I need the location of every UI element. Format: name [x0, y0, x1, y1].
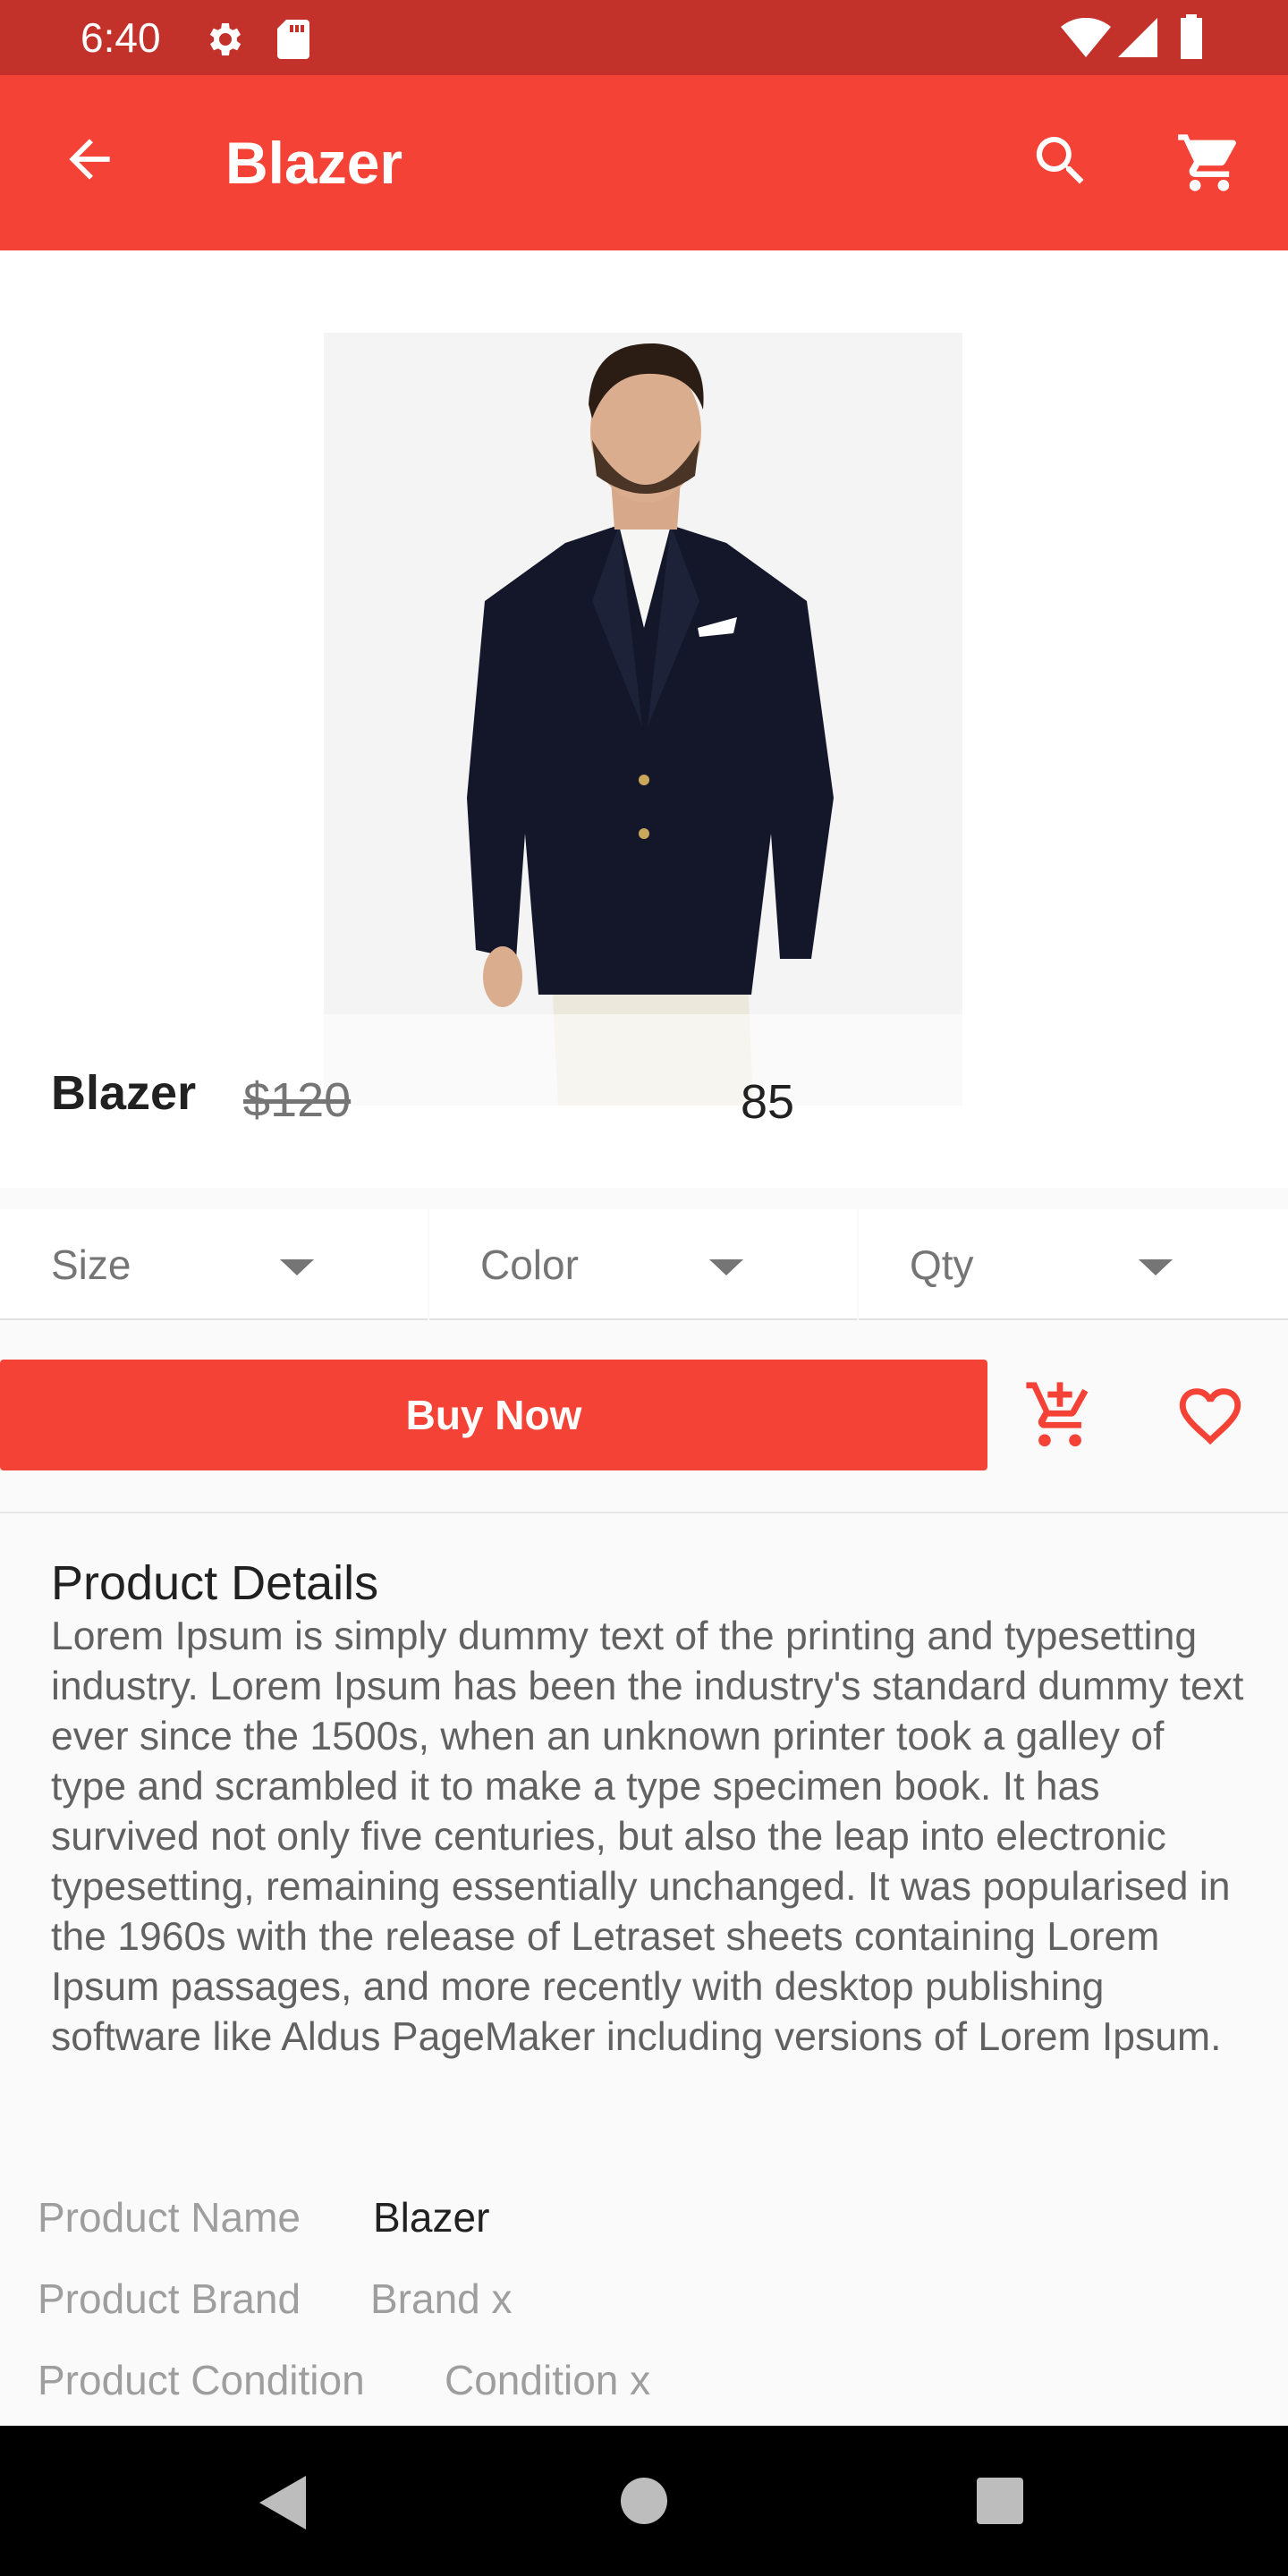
status-bar: 6:40: [0, 0, 1288, 75]
spec-value-condition: Condition x: [445, 2357, 651, 2403]
app-bar: Blazer: [0, 75, 1288, 250]
color-dropdown[interactable]: Color: [429, 1209, 857, 1320]
size-label: Size: [51, 1241, 131, 1288]
qty-dropdown[interactable]: Qty: [859, 1209, 1288, 1320]
image-overlay: [324, 1014, 962, 1106]
chevron-down-icon: [1139, 1259, 1173, 1275]
spec-value-brand: Brand x: [370, 2275, 513, 2322]
system-nav-bar: [0, 2426, 1288, 2576]
old-price: $120: [243, 1073, 352, 1127]
product-name: Blazer: [51, 1066, 197, 1120]
search-icon[interactable]: [1029, 129, 1093, 198]
nav-recents-icon[interactable]: [977, 2478, 1023, 2529]
heart-icon[interactable]: [1174, 1379, 1247, 1457]
spec-label-condition: Product Condition: [38, 2357, 365, 2403]
page-title: Blazer: [225, 130, 403, 196]
divider: [0, 1512, 1288, 1513]
status-time: 6:40: [80, 14, 161, 61]
chevron-down-icon: [709, 1259, 743, 1275]
chevron-down-icon: [280, 1259, 314, 1275]
nav-back-icon[interactable]: [259, 2476, 309, 2534]
product-details-title: Product Details: [51, 1556, 379, 1610]
color-label: Color: [480, 1241, 579, 1288]
nav-home-icon[interactable]: [621, 2478, 667, 2529]
product-image: [324, 333, 962, 1106]
signal-icon: [1118, 18, 1157, 62]
gear-icon: [202, 18, 245, 65]
spec-value-name: Blazer: [373, 2194, 490, 2241]
wifi-icon: [1061, 17, 1111, 62]
buy-now-button[interactable]: Buy Now: [0, 1360, 987, 1470]
size-dropdown[interactable]: Size: [0, 1209, 428, 1320]
add-to-cart-icon[interactable]: [1023, 1379, 1097, 1457]
spec-label-brand: Product Brand: [38, 2275, 301, 2322]
product-description: Lorem Ipsum is simply dummy text of the …: [51, 1614, 1244, 2059]
sd-card-icon: [274, 18, 313, 65]
spec-label-name: Product Name: [38, 2194, 301, 2241]
cart-icon[interactable]: [1175, 129, 1243, 201]
battery-icon: [1179, 14, 1204, 64]
sale-price: 85: [741, 1075, 795, 1129]
qty-label: Qty: [910, 1241, 974, 1288]
back-arrow-icon[interactable]: [59, 129, 120, 194]
